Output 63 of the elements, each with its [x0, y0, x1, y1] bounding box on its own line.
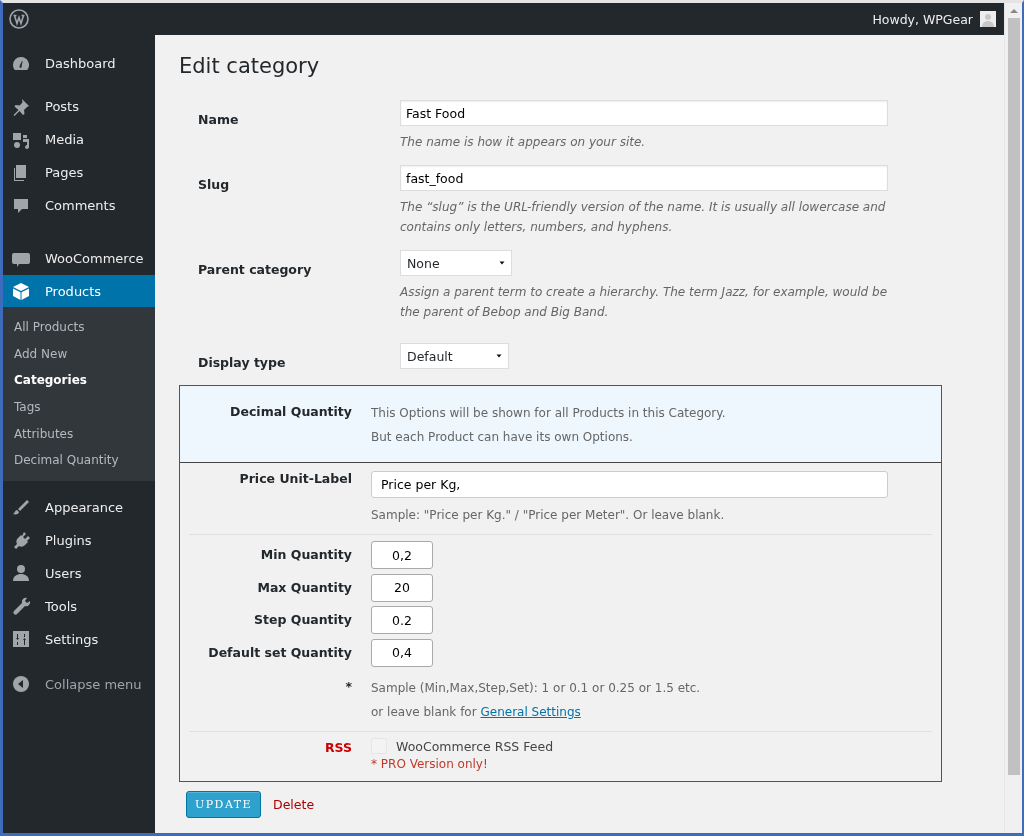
- menu-item[interactable]: Comments: [3, 189, 155, 222]
- menu-item[interactable]: Settings: [3, 622, 155, 656]
- asterisk: *: [344, 679, 353, 696]
- checkbox-label: WooCommerce RSS Feed: [396, 738, 554, 754]
- collapse-menu-button[interactable]: Collapse menu: [3, 667, 155, 701]
- sample-note: Sample (Min,Max,Step,Set): 1 or 0.1 or 0.25 or 1.5 etc.: [371, 680, 702, 697]
- box-icon: [11, 281, 31, 301]
- field-label: Default set Quantity: [207, 643, 353, 662]
- number-field[interactable]: 20: [371, 573, 433, 602]
- sliders-icon: [11, 629, 31, 650]
- field-description: The name is how it appears on your site.: [400, 134, 647, 151]
- delete-link[interactable]: Delete: [273, 797, 315, 812]
- text-field[interactable]: Fast Food: [400, 100, 888, 126]
- text-field[interactable]: fast_food: [400, 165, 888, 191]
- left-arrow-circle-icon: [11, 674, 31, 695]
- user-greeting[interactable]: Howdy, WPGear: [872, 11, 973, 27]
- rss-label: RSS: [323, 739, 353, 757]
- wrench-icon: [11, 596, 31, 617]
- pro-note: * PRO Version only!: [371, 757, 489, 771]
- avatar-icon[interactable]: [980, 11, 996, 27]
- note-text: or leave blank for: [371, 705, 477, 719]
- page-title: Edit category: [179, 54, 321, 78]
- panel-title: Decimal Quantity: [229, 404, 353, 421]
- field-label: Price Unit-Label: [238, 471, 353, 488]
- field-label: Name: [197, 111, 240, 129]
- submenu-item[interactable]: Add New: [3, 340, 155, 368]
- submenu-item[interactable]: Decimal Quantity: [3, 446, 155, 474]
- text-field[interactable]: Price per Kg,: [371, 471, 888, 498]
- field-label: Display type: [197, 354, 287, 370]
- submenu-item[interactable]: Categories: [3, 367, 155, 394]
- scrollbar[interactable]: [1004, 3, 1022, 833]
- menu-item[interactable]: Appearance: [3, 490, 155, 524]
- wordpress-logo-icon[interactable]: [9, 9, 29, 29]
- menu-item[interactable]: WooCommerce: [3, 242, 155, 275]
- number-field[interactable]: 0,4: [371, 638, 433, 667]
- submenu-item[interactable]: All Products: [3, 314, 155, 341]
- field-label: Parent category: [197, 261, 313, 279]
- submenu-item[interactable]: Tags: [3, 393, 155, 421]
- menu-item[interactable]: Posts: [3, 90, 155, 123]
- menu-item[interactable]: Dashboard: [3, 47, 155, 80]
- field-description: The “slug” is the URL-friendly version of the name. It is usually all lowercase and contains only letters, numbers, and hyphens.: [400, 199, 887, 236]
- person-icon: [11, 563, 31, 584]
- menu-item[interactable]: Tools: [3, 589, 155, 623]
- number-field[interactable]: 0.2: [371, 606, 433, 634]
- field-label: Step Quantity: [253, 611, 353, 629]
- field-label: Min Quantity: [259, 546, 353, 564]
- menu-item[interactable]: Pages: [3, 156, 155, 189]
- field-label: Slug: [197, 176, 231, 194]
- general-settings-link[interactable]: General Settings: [480, 705, 581, 719]
- dropdown[interactable]: Default: [400, 343, 509, 369]
- menu-item[interactable]: Products: [3, 275, 155, 307]
- number-field[interactable]: 0,2: [371, 541, 433, 569]
- intro-text: But each Product can have its own Options.: [371, 429, 634, 446]
- dropdown[interactable]: None: [400, 250, 512, 276]
- submenu-item[interactable]: Attributes: [3, 420, 155, 447]
- field-label: Max Quantity: [256, 578, 353, 597]
- menu-item[interactable]: Users: [3, 556, 155, 590]
- menu-item[interactable]: Plugins: [3, 523, 155, 557]
- field-hint: Sample: "Price per Kg." / "Price per Meter". Or leave blank.: [371, 507, 726, 524]
- intro-text: This Options will be shown for all Products in this Category.: [371, 405, 727, 422]
- field-description: Assign a parent term to create a hierarchy. The term Jazz, for example, would be the parent of Bebop and Big Band.: [400, 284, 889, 321]
- menu-item[interactable]: Media: [3, 123, 155, 156]
- pin-icon: [11, 96, 31, 117]
